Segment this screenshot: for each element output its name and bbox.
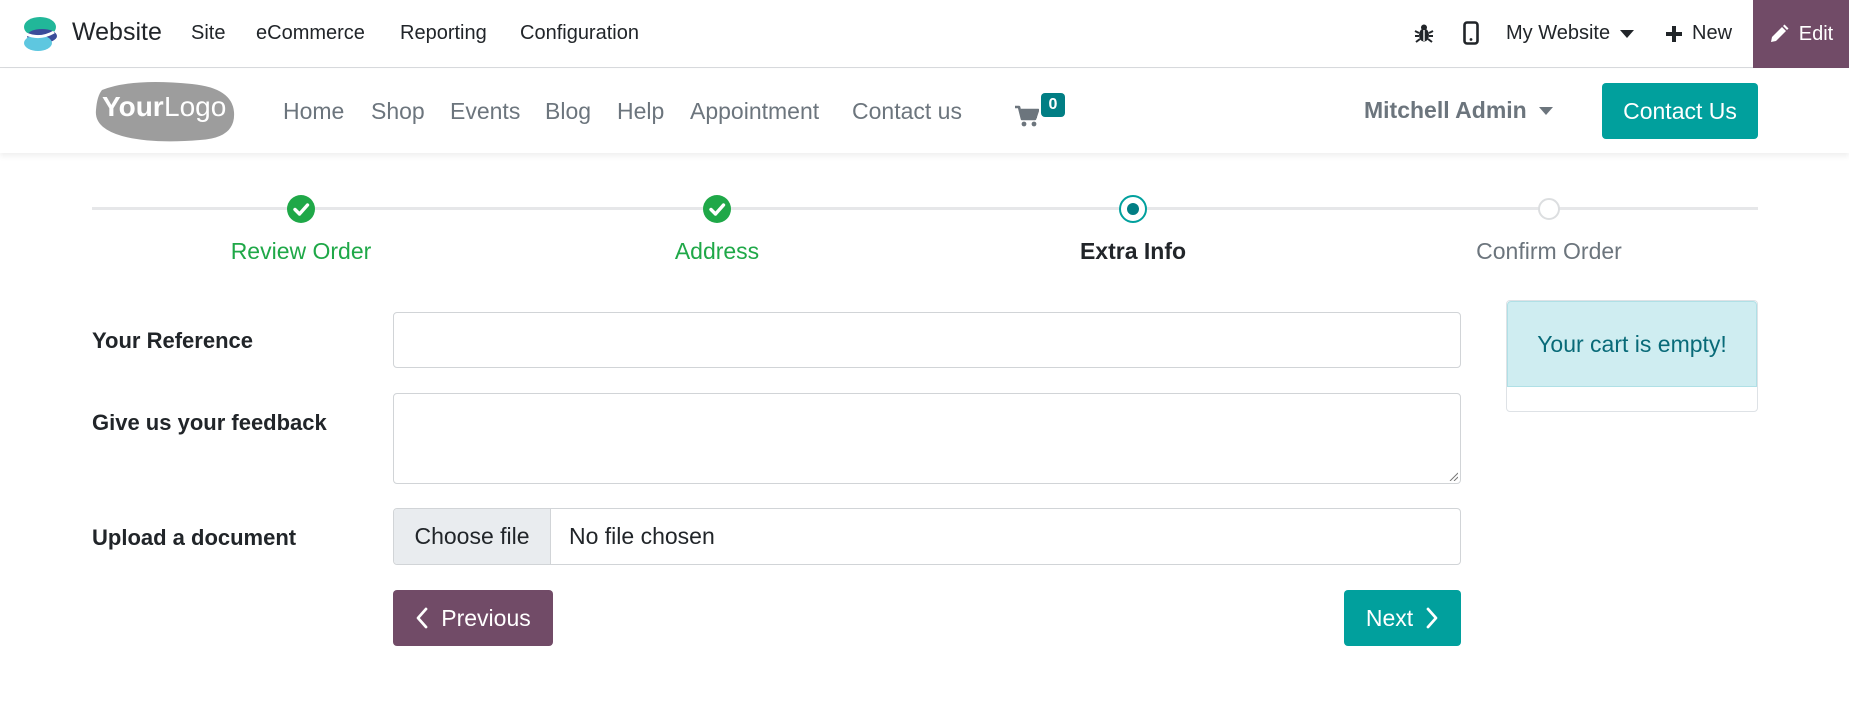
nav-help[interactable]: Help: [617, 98, 664, 125]
next-button[interactable]: Next: [1344, 590, 1461, 646]
step-review-order-label[interactable]: Review Order: [151, 238, 451, 265]
chevron-left-icon: [416, 607, 428, 629]
nav-appointment[interactable]: Appointment: [690, 98, 819, 125]
caret-down-icon: [1620, 29, 1635, 38]
odoo-navbar: Website Site eCommerce Reporting Configu…: [0, 0, 1849, 68]
logo-your-text: Your: [102, 91, 164, 122]
reference-label: Your Reference: [92, 328, 253, 353]
upload-label: Upload a document: [92, 525, 297, 550]
debug-bug-icon[interactable]: [1411, 20, 1437, 46]
edit-button[interactable]: Edit: [1753, 0, 1849, 68]
user-name: Mitchell Admin: [1364, 97, 1527, 123]
chevron-right-icon: [1426, 607, 1438, 629]
menu-configuration[interactable]: Configuration: [520, 22, 639, 45]
pencil-icon: [1770, 24, 1789, 42]
upload-file-input[interactable]: Choose file No file chosen: [393, 508, 1461, 565]
reference-input[interactable]: [393, 312, 1461, 368]
edit-label: Edit: [1798, 22, 1834, 45]
menu-site[interactable]: Site: [191, 22, 225, 45]
nav-home[interactable]: Home: [283, 98, 344, 125]
menu-ecommerce[interactable]: eCommerce: [256, 22, 365, 45]
nav-events[interactable]: Events: [450, 98, 520, 125]
choose-file-button[interactable]: Choose file: [394, 509, 551, 564]
file-status: No file chosen: [569, 523, 715, 549]
wizard-progress-line: [92, 207, 1758, 210]
nav-shop[interactable]: Shop: [371, 98, 425, 125]
new-content-button[interactable]: New: [1666, 22, 1732, 45]
plus-icon: [1666, 25, 1682, 42]
feedback-textarea[interactable]: [393, 393, 1461, 484]
new-label: New: [1692, 22, 1733, 44]
site-logo[interactable]: Your Logo: [92, 80, 236, 142]
website-app-icon[interactable]: [20, 14, 60, 54]
step-extra-info-current-icon: [1119, 195, 1147, 223]
nav-contact-us[interactable]: Contact us: [852, 98, 962, 125]
previous-label: Previous: [441, 604, 531, 631]
cart-link[interactable]: 0: [1015, 93, 1071, 133]
step-confirm-order-label: Confirm Order: [1476, 238, 1622, 264]
resize-grip-icon[interactable]: [1448, 471, 1458, 481]
step-review-order-check-icon[interactable]: [287, 195, 315, 223]
step-confirm-order-pending-icon: [1538, 198, 1560, 220]
user-menu[interactable]: Mitchell Admin: [1364, 97, 1553, 124]
empty-cart-alert: Your cart is empty!: [1507, 301, 1757, 387]
menu-reporting[interactable]: Reporting: [400, 22, 487, 45]
next-label: Next: [1365, 604, 1414, 631]
previous-button[interactable]: Previous: [393, 590, 553, 646]
website-switcher[interactable]: My Website: [1506, 22, 1635, 45]
website-header: Your Logo Home Shop Events Blog Help App…: [0, 69, 1849, 153]
cart-summary-card: Your cart is empty!: [1506, 300, 1758, 412]
caret-down-icon: [1538, 106, 1553, 115]
contact-us-button[interactable]: Contact Us: [1602, 83, 1758, 139]
app-name[interactable]: Website: [72, 18, 162, 47]
mobile-preview-icon[interactable]: [1458, 20, 1484, 46]
step-address-check-icon[interactable]: [703, 195, 731, 223]
logo-logo-text: Logo: [164, 91, 226, 122]
nav-blog[interactable]: Blog: [545, 98, 591, 125]
shopping-cart-icon: [1015, 105, 1039, 127]
website-switcher-label: My Website: [1506, 22, 1611, 44]
step-extra-info-label: Extra Info: [1079, 238, 1187, 264]
feedback-label: Give us your feedback: [92, 410, 327, 435]
step-address-label[interactable]: Address: [567, 238, 867, 265]
cart-quantity-badge: 0: [1041, 93, 1065, 117]
